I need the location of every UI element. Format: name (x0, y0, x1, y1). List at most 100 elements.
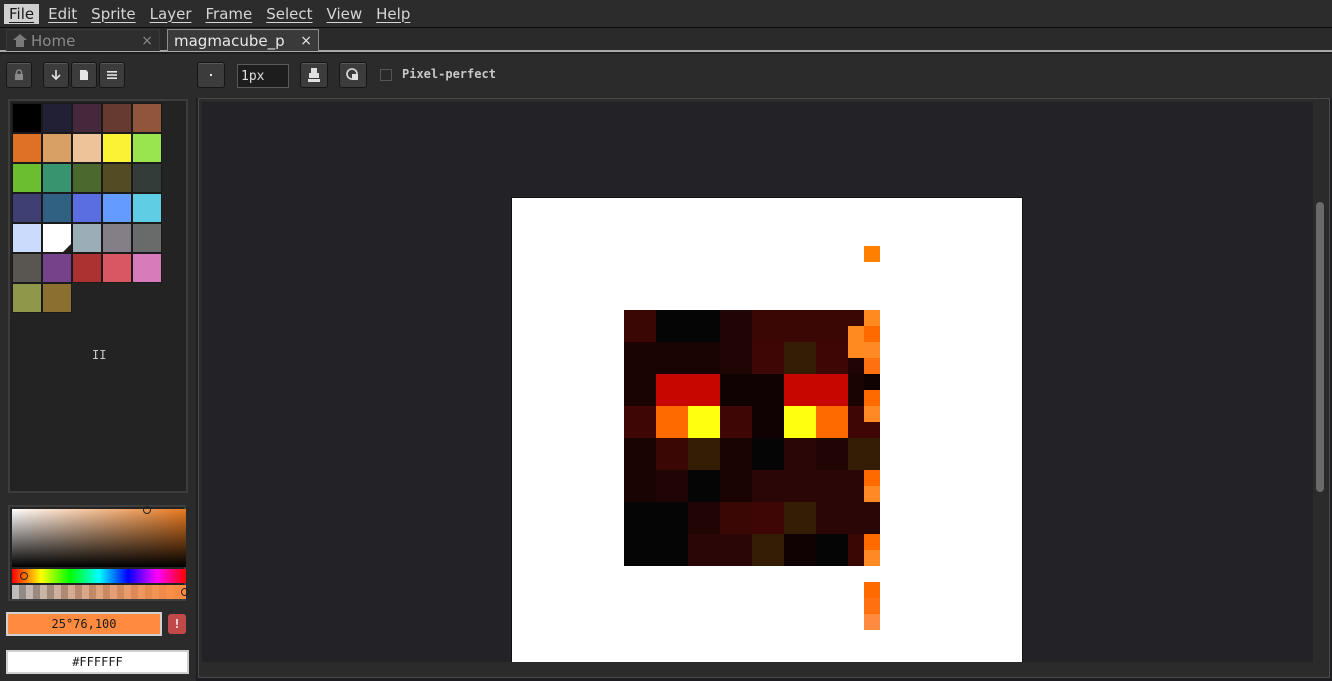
sprite-pixel (752, 406, 784, 438)
lock-palette-button[interactable] (6, 62, 32, 88)
palette-swatch[interactable] (132, 163, 162, 193)
menu-help[interactable]: Help (371, 4, 415, 24)
hue-slider[interactable] (12, 569, 186, 583)
menu-edit[interactable]: Edit (43, 4, 82, 24)
sprite-pixel (784, 534, 816, 566)
sprite-pixel (848, 326, 864, 358)
tab-magmacube[interactable]: magmacube_p × (167, 29, 319, 51)
sprite-pixel (688, 534, 720, 566)
sprite-pixel (688, 374, 720, 406)
foreground-color-button[interactable]: 25°76,100 (6, 612, 162, 636)
vertical-scrollbar-track[interactable] (1313, 102, 1327, 662)
document-icon (80, 70, 88, 80)
sprite-pixel (720, 470, 752, 502)
editor-viewport[interactable] (202, 102, 1313, 662)
sprite-pixel (864, 598, 880, 614)
palette-swatch[interactable] (12, 283, 42, 313)
menu-sprite[interactable]: Sprite (86, 4, 141, 24)
palette-swatch[interactable] (102, 163, 132, 193)
palette-swatch[interactable] (42, 133, 72, 163)
palette-swatch[interactable] (42, 283, 72, 313)
palette-swatch[interactable] (72, 253, 102, 283)
palette-swatch[interactable] (42, 223, 72, 253)
context-bar: 1px Pixel-perfect (196, 54, 1332, 98)
sprite-pixel (688, 470, 720, 502)
palette-swatch[interactable] (102, 103, 132, 133)
palette-swatch[interactable] (72, 193, 102, 223)
sprite-pixel (864, 534, 880, 550)
hue-cursor[interactable] (20, 572, 28, 580)
palette-swatch[interactable] (102, 253, 132, 283)
palette-options-button[interactable] (99, 62, 125, 88)
pixel-perfect-checkbox[interactable] (380, 69, 392, 81)
sv-cursor[interactable] (143, 506, 151, 514)
palette-presets-button[interactable] (71, 62, 97, 88)
palette-swatch[interactable] (132, 253, 162, 283)
palette-swatch[interactable] (72, 163, 102, 193)
sprite-pixel (816, 502, 848, 534)
palette-swatch[interactable] (42, 103, 72, 133)
palette-swatch[interactable] (72, 133, 102, 163)
sprite-pixel (656, 310, 688, 342)
saturation-value-field[interactable] (12, 506, 186, 567)
menu-frame[interactable]: Frame (201, 4, 258, 24)
sprite-pixel (864, 342, 880, 358)
warning-icon[interactable]: ! (168, 614, 186, 634)
sprite-pixel (864, 310, 880, 326)
alpha-cursor[interactable] (181, 588, 189, 596)
sprite-pixel (752, 502, 784, 534)
sprite-pixel (624, 438, 656, 470)
canvas[interactable] (511, 197, 1023, 662)
sprite-pixel (624, 342, 656, 374)
sprite-pixel (816, 374, 848, 406)
palette-swatch[interactable] (132, 133, 162, 163)
sprite-pixel (624, 502, 656, 534)
close-icon[interactable]: × (300, 33, 312, 49)
palette-swatch[interactable] (12, 223, 42, 253)
menu-select[interactable]: Select (261, 4, 317, 24)
vertical-scrollbar[interactable] (1316, 202, 1324, 492)
sprite-pixel (688, 502, 720, 534)
sprite-pixel (816, 406, 848, 438)
sprite-pixel (624, 374, 656, 406)
palette-swatch[interactable] (102, 193, 132, 223)
shading-icon (346, 68, 358, 80)
palette-swatch[interactable] (12, 163, 42, 193)
palette-swatch[interactable] (102, 133, 132, 163)
sprite-pixel (864, 582, 880, 598)
menu-bar: File Edit Sprite Layer Frame Select View… (0, 0, 1332, 28)
sprite-pixel (624, 310, 656, 342)
brush-size-field[interactable]: 1px (237, 64, 289, 88)
palette-swatch[interactable] (72, 223, 102, 253)
menu-view[interactable]: View (322, 4, 368, 24)
close-icon[interactable]: × (141, 33, 153, 49)
ink-button[interactable] (300, 62, 328, 88)
sprite-pixel (656, 342, 688, 374)
palette-swatch[interactable] (42, 193, 72, 223)
sprite-pixel (624, 406, 656, 438)
palette-swatch[interactable] (12, 133, 42, 163)
sprite-pixel (864, 486, 880, 502)
palette-swatch[interactable] (42, 163, 72, 193)
pixel-perfect-label: Pixel-perfect (402, 67, 496, 81)
brush-type-button[interactable] (197, 62, 225, 88)
shading-button[interactable] (339, 62, 367, 88)
palette-swatch[interactable] (12, 103, 42, 133)
palette-swatch[interactable] (132, 103, 162, 133)
menu-layer[interactable]: Layer (145, 4, 197, 24)
palette-swatch[interactable] (42, 253, 72, 283)
palette-swatch[interactable] (132, 193, 162, 223)
sprite-pixel (752, 470, 784, 502)
background-color-button[interactable]: #FFFFFF (6, 650, 189, 674)
sprite-pixel (864, 614, 880, 630)
palette-swatch[interactable] (72, 103, 102, 133)
tab-home[interactable]: Home × (6, 29, 160, 51)
alpha-slider[interactable] (12, 585, 189, 599)
palette-swatch[interactable] (132, 223, 162, 253)
palette-swatch[interactable] (102, 223, 132, 253)
palette-sort-button[interactable] (43, 62, 69, 88)
palette-swatch[interactable] (12, 253, 42, 283)
sprite-pixel (784, 438, 816, 470)
palette-swatch[interactable] (12, 193, 42, 223)
menu-file[interactable]: File (4, 3, 40, 24)
